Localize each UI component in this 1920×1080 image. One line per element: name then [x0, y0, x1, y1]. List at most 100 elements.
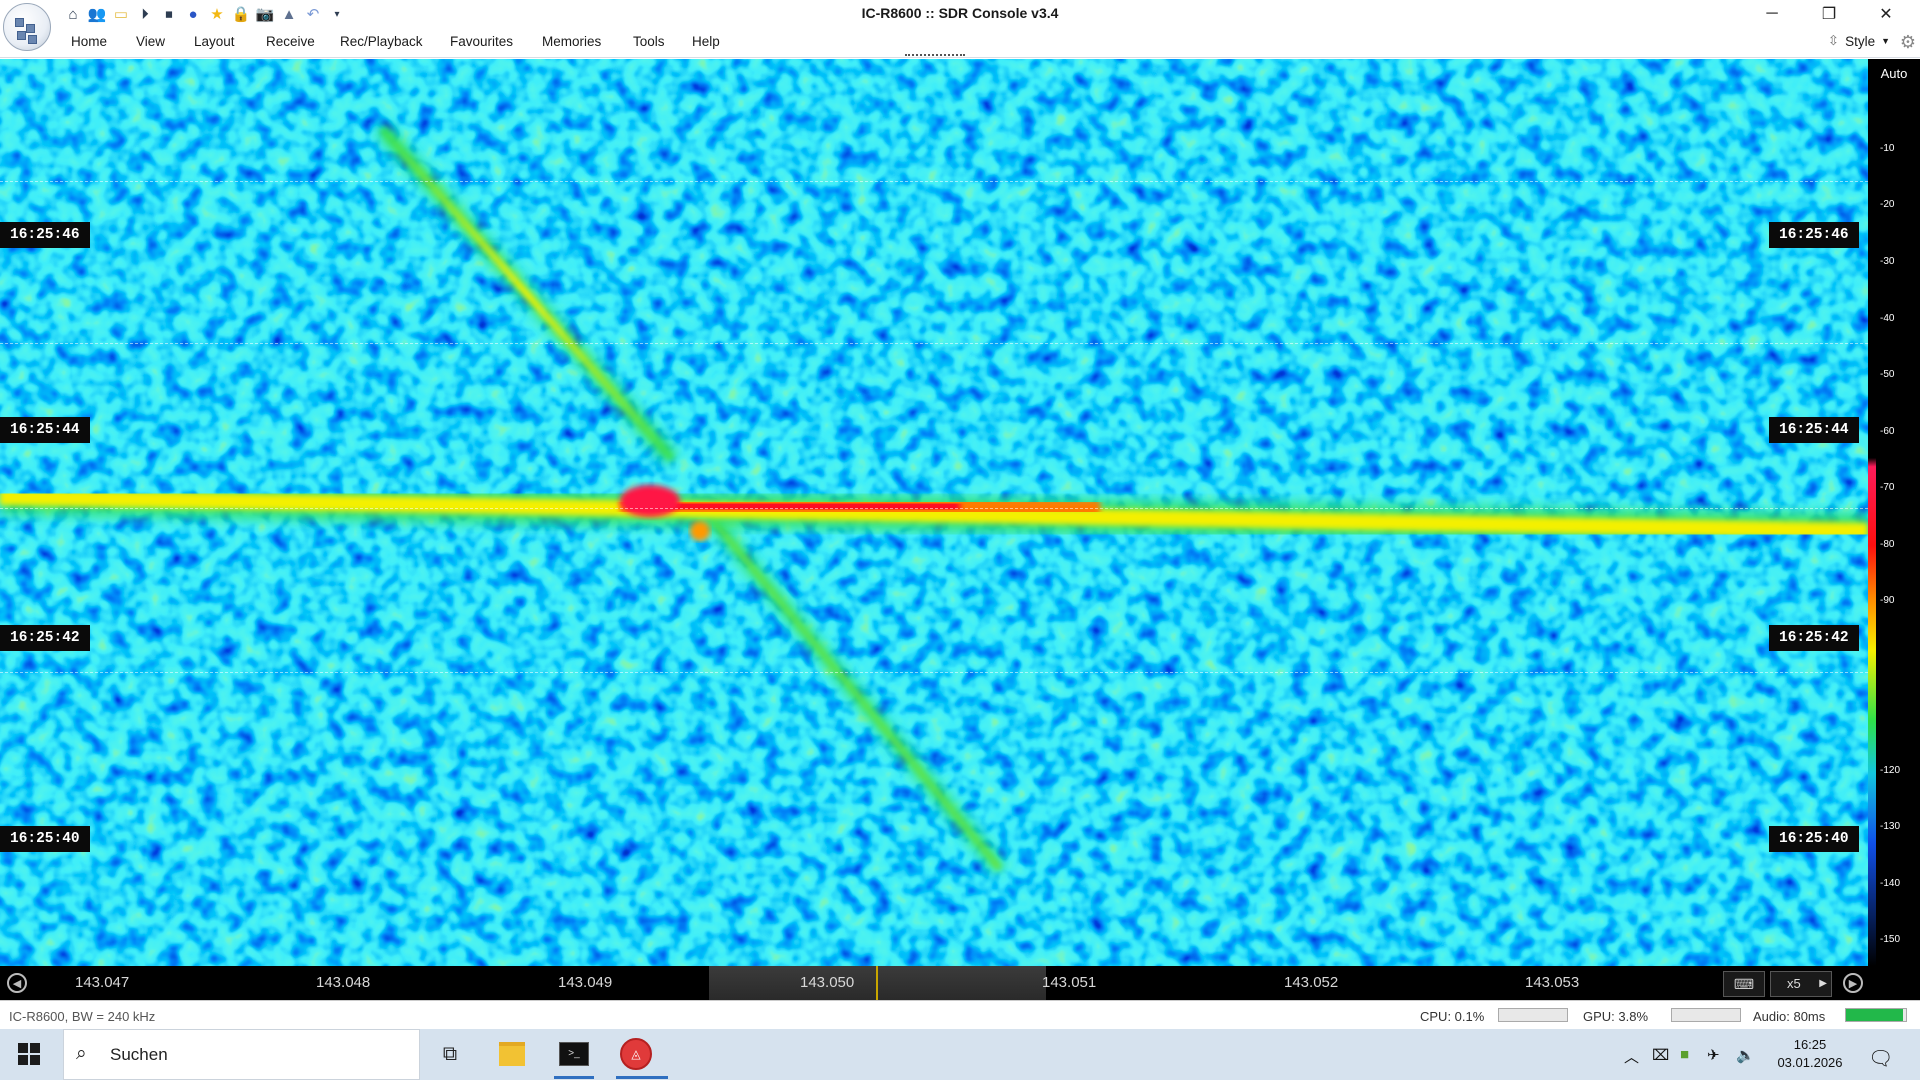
clock-time: 16:25 [1793, 1037, 1827, 1052]
record-icon[interactable]: ● [183, 4, 203, 24]
style-label: Style [1845, 33, 1876, 49]
settings-gear-icon[interactable]: ⚙ [1900, 32, 1916, 53]
menu-layout[interactable]: Layout [194, 34, 235, 49]
stop-icon[interactable]: ⏹ [159, 4, 179, 24]
time-label-left: 16:25:42 [0, 625, 90, 651]
tray-network-icon[interactable]: ✈ [1707, 1046, 1720, 1064]
scale-label: -90 [1880, 595, 1895, 606]
home-icon[interactable]: ⌂ [63, 4, 83, 24]
time-gridline [0, 672, 1868, 673]
frequency-marker[interactable] [876, 966, 878, 1000]
clock-date: 03.01.2026 [1777, 1055, 1843, 1070]
scale-label: -60 [1880, 426, 1895, 437]
scale-label: -140 [1880, 878, 1901, 889]
keyboard-icon[interactable]: ⌨ [1723, 971, 1765, 997]
time-label-left: 16:25:44 [0, 417, 90, 443]
audio-meter-fill [1846, 1009, 1903, 1021]
status-bar: IC-R8600, BW = 240 kHz CPU: 0.1% GPU: 3.… [0, 1000, 1920, 1030]
gpu-meter [1671, 1008, 1741, 1022]
windows-start-icon[interactable] [18, 1043, 40, 1065]
tray-device-icon[interactable]: ⌧ [1652, 1046, 1669, 1064]
folder-icon[interactable]: ▭ [111, 4, 131, 24]
scroll-right-icon[interactable]: ▶ [1843, 973, 1863, 993]
scale-label: -40 [1880, 313, 1895, 324]
undo-icon[interactable]: ↶ [303, 4, 323, 24]
frequency-label: 143.049 [558, 974, 613, 991]
frequency-label: 143.051 [1042, 974, 1097, 991]
menu-view[interactable]: View [136, 34, 165, 49]
frequency-label: 143.053 [1525, 974, 1580, 991]
active-app-indicator [554, 1076, 594, 1079]
gpu-status: GPU: 3.8% [1583, 1009, 1649, 1024]
minimize-button[interactable]: ─ [1744, 0, 1800, 28]
device-status: IC-R8600, BW = 240 kHz [9, 1009, 156, 1024]
scale-label: -80 [1880, 539, 1895, 550]
scale-label: -100 [1880, 652, 1901, 663]
scale-label: -120 [1880, 765, 1901, 776]
file-explorer-icon[interactable] [492, 1036, 532, 1072]
time-gridline [0, 343, 1868, 344]
search-placeholder: Suchen [110, 1045, 168, 1064]
zoom-select[interactable]: x5 ▶ [1770, 971, 1832, 997]
waterfall-display[interactable]: 16:25:46 16:25:44 16:25:42 16:25:40 16:2… [0, 59, 1868, 966]
title-bar: ⌂ 👥 ▭ ⏵ ⏹ ● ★ 🔒 📷 ▲ ↶ ▾ IC-R8600 :: SDR … [0, 0, 1920, 29]
scale-auto-button[interactable]: Auto [1868, 59, 1920, 89]
audio-meter [1845, 1008, 1907, 1022]
tray-expand-icon[interactable]: ︿ [1624, 1046, 1639, 1067]
cpu-status: CPU: 0.1% [1420, 1009, 1485, 1024]
cpu-meter [1498, 1008, 1568, 1022]
time-label-right: 16:25:40 [1769, 826, 1859, 852]
lock-icon[interactable]: 🔒 [231, 4, 251, 24]
satellite-icon[interactable]: ▲ [279, 4, 299, 24]
active-app-indicator [616, 1076, 668, 1079]
time-label-right: 16:25:42 [1769, 625, 1859, 651]
users-icon[interactable]: 👥 [87, 4, 107, 24]
restore-button[interactable]: ❐ [1801, 0, 1857, 28]
search-icon: ⌕ [76, 1043, 87, 1064]
scale-label: -30 [1880, 256, 1895, 267]
waterfall-image [0, 59, 1868, 966]
scale-label: -50 [1880, 369, 1895, 380]
chevron-down-icon: ▼ [1881, 36, 1890, 46]
tray-nvidia-icon[interactable]: ■ [1680, 1046, 1689, 1063]
menu-memories[interactable]: Memories [542, 34, 601, 49]
app-menu-orb-icon[interactable] [3, 3, 51, 51]
time-label-right: 16:25:44 [1769, 417, 1859, 443]
scale-label: -20 [1880, 199, 1895, 210]
time-label-right: 16:25:46 [1769, 222, 1859, 248]
style-icon: ⇳ [1827, 33, 1840, 48]
close-button[interactable]: ✕ [1858, 0, 1914, 28]
time-gridline [0, 181, 1868, 182]
task-view-icon[interactable]: ⧉ [430, 1036, 470, 1072]
zoom-value: x5 [1787, 976, 1801, 991]
terminal-icon[interactable]: >_ [554, 1036, 594, 1072]
play-icon[interactable]: ⏵ [135, 4, 155, 24]
camera-icon[interactable]: 📷 [255, 4, 275, 24]
menu-receive[interactable]: Receive [266, 34, 315, 49]
menu-rec-playback[interactable]: Rec/Playback [340, 34, 423, 49]
quick-access-toolbar: ⌂ 👥 ▭ ⏵ ⏹ ● ★ 🔒 📷 ▲ ↶ ▾ [63, 3, 347, 25]
menu-home[interactable]: Home [71, 34, 107, 49]
menu-tools[interactable]: Tools [633, 34, 665, 49]
scroll-left-icon[interactable]: ◀ [7, 973, 27, 993]
star-icon[interactable]: ★ [207, 4, 227, 24]
time-label-left: 16:25:46 [0, 222, 90, 248]
frequency-label: 143.048 [316, 974, 371, 991]
scale-label: -70 [1880, 482, 1895, 493]
tray-volume-icon[interactable]: 🔈 [1736, 1046, 1755, 1064]
scale-label: -130 [1880, 821, 1901, 832]
time-label-left: 16:25:40 [0, 826, 90, 852]
frequency-label: 143.050 [800, 974, 855, 991]
sdr-console-app-icon[interactable]: ◬ [616, 1036, 656, 1072]
notification-center-icon[interactable]: 🗨 [1868, 1046, 1893, 1071]
taskbar-search-box[interactable]: ⌕ Suchen [63, 1029, 420, 1080]
style-menu[interactable]: ⇳ Style ▼ [1828, 33, 1890, 49]
taskbar-clock[interactable]: 16:25 03.01.2026 [1770, 1036, 1850, 1072]
level-colorbar [1868, 90, 1876, 966]
menu-favourites[interactable]: Favourites [450, 34, 513, 49]
scale-label: -110 [1880, 708, 1900, 719]
time-gridline [0, 508, 1868, 509]
dropdown-icon[interactable]: ▾ [327, 4, 347, 24]
frequency-label: 143.047 [75, 974, 130, 991]
menu-help[interactable]: Help [692, 34, 720, 49]
